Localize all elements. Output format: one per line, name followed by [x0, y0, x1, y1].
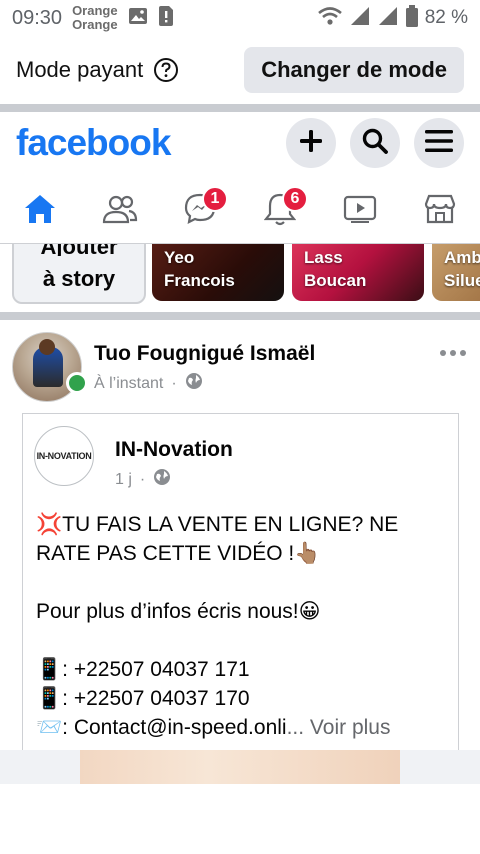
post-text-line: 💢TU FAIS LA VENTE EN LIGNE? NE — [36, 513, 399, 536]
carrier-line-2: Orange — [72, 17, 118, 32]
globe-icon — [153, 468, 171, 491]
messenger-badge: 1 — [202, 186, 228, 212]
friends-icon — [102, 194, 138, 229]
post-image[interactable] — [0, 750, 480, 784]
status-bar: 09:30 Orange Orange 82 % — [0, 0, 480, 36]
tab-home[interactable] — [0, 180, 80, 242]
story-name-line-2: Silue — [444, 271, 480, 290]
menu-button[interactable] — [414, 118, 464, 168]
search-icon — [361, 127, 389, 160]
nav-tabs: 1 6 — [0, 180, 480, 242]
tab-watch[interactable] — [320, 180, 400, 242]
post-text: 💢TU FAIS LA VENTE EN LIGNE? NE RATE PAS … — [36, 510, 456, 742]
shared-post-time[interactable]: 1 j — [115, 471, 132, 489]
stories-strip: Ajouter à story Yeo Francois Lass Boucan… — [0, 244, 480, 312]
tab-friends[interactable] — [80, 180, 160, 242]
story-name-line-1: Amb — [444, 248, 480, 267]
story-card[interactable]: Lass Boucan — [292, 244, 424, 301]
story-card[interactable]: Amb Silue — [432, 244, 480, 301]
post-text-line: 📱: +22507 04037 170 — [36, 687, 250, 710]
create-story-card[interactable]: Ajouter à story — [12, 244, 146, 304]
post-time[interactable]: À l’instant — [94, 375, 163, 393]
online-status-dot — [66, 372, 88, 394]
post-meta: À l’instant · — [94, 372, 203, 395]
signal-2-icon — [377, 6, 399, 31]
post-text-line: 📱: +22507 04037 171 — [36, 658, 250, 681]
post-text-line: RATE PAS CETTE VIDÉO !👆🏽 — [36, 542, 321, 565]
notifications-badge: 6 — [282, 186, 308, 212]
fb-header: facebook — [0, 112, 480, 174]
see-more-link[interactable]: ... Voir plus — [287, 716, 391, 739]
tab-notifications[interactable]: 6 — [240, 180, 320, 242]
story-name-line-2: Boucan — [304, 271, 367, 290]
post-text-line: 📨: Contact@in-speed.onli... Voir plus — [36, 713, 456, 742]
meta-dot-separator: · — [171, 374, 177, 392]
globe-icon — [185, 372, 203, 395]
change-mode-button[interactable]: Changer de mode — [244, 47, 464, 93]
plus-icon — [298, 128, 324, 159]
carrier-label: Orange Orange — [72, 4, 118, 32]
create-button[interactable] — [286, 118, 336, 168]
mode-label: Mode payant — [16, 57, 144, 82]
help-icon[interactable] — [153, 57, 179, 83]
tab-marketplace[interactable] — [400, 180, 480, 242]
paid-mode-bar: Mode payant Changer de mode — [0, 42, 480, 98]
search-button[interactable] — [350, 118, 400, 168]
post-text-line — [36, 626, 456, 655]
create-story-line-1: Ajouter — [41, 244, 118, 256]
home-icon — [23, 193, 57, 230]
page-logo-text: IN-NOVATION — [36, 451, 92, 461]
marketplace-icon — [423, 193, 457, 230]
battery-icon — [405, 4, 419, 32]
shared-post-meta: 1 j · — [115, 468, 171, 491]
meta-dot-separator: · — [139, 470, 146, 488]
wifi-icon — [317, 6, 343, 31]
story-name-line-2: Francois — [164, 271, 235, 290]
story-name-line-1: Yeo — [164, 248, 195, 267]
section-divider — [0, 312, 480, 320]
hamburger-icon — [424, 128, 454, 159]
facebook-logo[interactable]: facebook — [16, 122, 171, 164]
gallery-icon — [128, 7, 148, 30]
story-card[interactable]: Yeo Francois — [152, 244, 284, 301]
post-text-fragment: 📨: Contact@in-speed.onli — [36, 716, 287, 739]
shared-post-card[interactable]: IN-NOVATION IN-Novation 1 j · 💢TU FAIS L… — [22, 413, 459, 773]
sim-alert-icon — [158, 5, 174, 31]
post-text-line — [36, 568, 456, 597]
section-divider — [0, 104, 480, 112]
page-avatar[interactable]: IN-NOVATION — [34, 426, 94, 486]
tab-messenger[interactable]: 1 — [160, 180, 240, 242]
signal-1-icon — [349, 6, 371, 31]
post-text-line: Pour plus d’infos écris nous!😀 — [36, 600, 321, 623]
video-play-icon — [343, 194, 377, 229]
create-story-line-2: à story — [42, 266, 116, 291]
battery-percent: 82 % — [424, 7, 468, 28]
status-time: 09:30 — [12, 6, 63, 29]
post-header: Tuo Fougnigué Ismaël À l’instant · — [0, 330, 480, 402]
post-author[interactable]: Tuo Fougnigué Ismaël — [94, 342, 315, 366]
carrier-line-1: Orange — [72, 3, 118, 18]
story-name-line-1: Lass — [304, 248, 343, 267]
shared-page-name[interactable]: IN-Novation — [115, 438, 233, 462]
more-options-button[interactable] — [440, 350, 466, 356]
